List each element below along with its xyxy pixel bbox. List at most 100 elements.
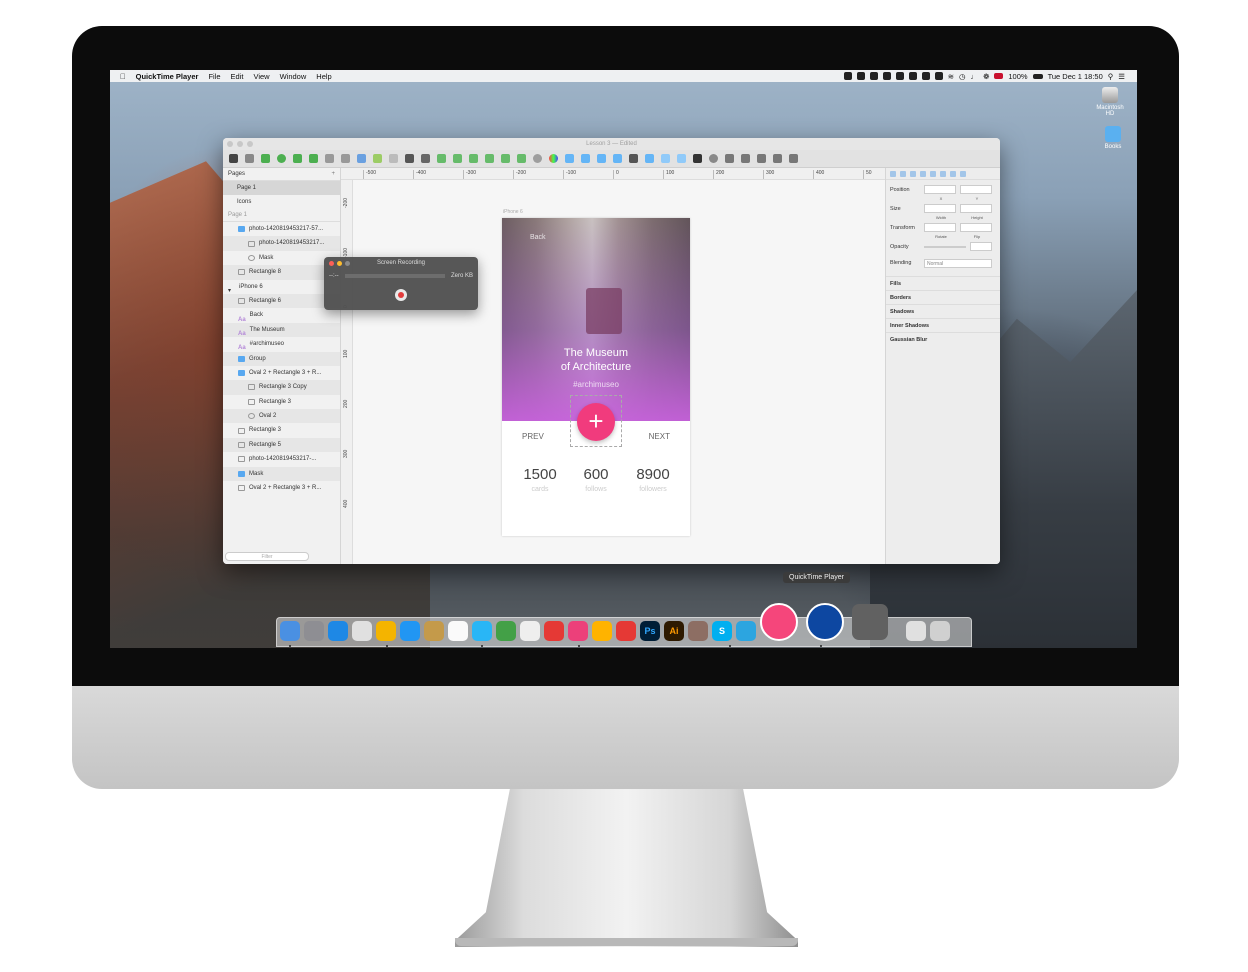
layer-row[interactable]: Oval 2 + Rectangle 3 + R... (223, 481, 340, 495)
forward-icon[interactable] (565, 154, 574, 163)
battery-label[interactable]: 100% (1008, 72, 1027, 81)
shadows-section[interactable]: Shadows (886, 304, 1000, 318)
layer-row[interactable]: Mask (223, 466, 340, 482)
status-icon[interactable] (921, 72, 930, 80)
dropbox-icon[interactable] (856, 72, 865, 80)
layer-row[interactable]: photo-1420819453217-... (223, 452, 340, 466)
skype-icon[interactable]: S (712, 621, 732, 641)
battery-icon[interactable] (1032, 73, 1043, 79)
export-icon[interactable] (693, 154, 702, 163)
apple-icon[interactable]:  (120, 72, 126, 81)
filter-input[interactable]: Filter (225, 552, 309, 561)
rounded-icon[interactable] (309, 154, 318, 163)
backward-icon[interactable] (581, 154, 590, 163)
page-item[interactable]: Icons (223, 195, 340, 209)
photos-icon[interactable] (520, 621, 540, 641)
add-page-icon[interactable]: + (331, 168, 340, 180)
symbol-icon[interactable] (389, 154, 398, 163)
desktop-icon-hd[interactable]: Macintosh HD (1092, 87, 1128, 117)
canvas[interactable]: -500 -400 -300 -200 -100 0 100 200 300 400 50 -200… (341, 168, 885, 564)
next-button[interactable]: NEXT (649, 432, 670, 441)
menu-view[interactable]: View (253, 72, 269, 81)
launchpad-icon[interactable] (304, 621, 324, 641)
page-item[interactable]: Page 1 (223, 181, 340, 195)
layer-row[interactable]: Rectangle 6 (223, 293, 340, 309)
height-field[interactable]: Height (960, 204, 992, 220)
grid-icon[interactable] (677, 154, 686, 163)
dropbox-icon[interactable] (616, 621, 636, 641)
downloads-icon[interactable] (906, 621, 926, 641)
add-button[interactable]: + (577, 403, 615, 441)
slice-icon[interactable] (373, 154, 382, 163)
menu-help[interactable]: Help (316, 72, 331, 81)
notification-center-icon[interactable]: ☰ (1118, 72, 1125, 81)
minimize-button[interactable] (337, 261, 342, 266)
quicktime-player-icon[interactable] (806, 603, 844, 641)
scale-icon[interactable] (501, 154, 510, 163)
prev-button[interactable]: PREV (522, 432, 544, 441)
layer-row[interactable]: photo-1420819453217-57... (223, 222, 340, 236)
chrome-icon[interactable] (376, 621, 396, 641)
align-top-icon[interactable] (920, 170, 926, 177)
layout-center-icon[interactable] (757, 154, 766, 163)
color-icon[interactable] (533, 154, 542, 163)
rotate-field[interactable]: Rotate (924, 223, 956, 239)
rectangle-icon[interactable] (293, 154, 302, 163)
layer-row[interactable]: photo-1420819453217... (223, 236, 340, 251)
volume-icon[interactable]: ♩ (971, 72, 979, 81)
layout-left-icon[interactable] (741, 154, 750, 163)
flag-icon[interactable] (994, 73, 1004, 79)
distribute-v-icon[interactable] (960, 170, 966, 177)
evernote-icon[interactable] (496, 621, 516, 641)
menu-app-name[interactable]: QuickTime Player (136, 72, 199, 81)
menu-window[interactable]: Window (280, 72, 307, 81)
artboard-icon[interactable] (357, 154, 366, 163)
rotate-icon[interactable] (453, 154, 462, 163)
status-icon[interactable] (882, 72, 891, 80)
guitar-icon[interactable] (688, 621, 708, 641)
layer-row[interactable]: Rectangle 5 (223, 437, 340, 453)
calendar-icon[interactable] (448, 621, 468, 641)
wifi-icon[interactable]: ≋ (948, 72, 954, 81)
gaussian-blur-section[interactable]: Gaussian Blur (886, 332, 1000, 346)
layer-row[interactable]: Rectangle 8 (223, 265, 340, 280)
screen-icon[interactable] (568, 621, 588, 641)
align-bottom-icon[interactable] (940, 170, 946, 177)
share-icon[interactable] (725, 154, 734, 163)
fills-section[interactable]: Fills (886, 276, 1000, 290)
align-center-icon[interactable] (900, 170, 906, 177)
layer-row[interactable]: Rectangle 3 Copy (223, 380, 340, 395)
oval-icon[interactable] (277, 154, 286, 163)
telegram-icon[interactable] (736, 621, 756, 641)
status-icon[interactable] (908, 72, 917, 80)
opacity-field[interactable] (970, 242, 992, 251)
layer-row[interactable]: Rectangle 3 (223, 395, 340, 409)
back-link[interactable]: Back (530, 234, 546, 241)
transform-icon[interactable] (437, 154, 446, 163)
menu-edit[interactable]: Edit (231, 72, 244, 81)
insert-icon[interactable] (229, 154, 238, 163)
artboard-label[interactable]: iPhone 6 (503, 209, 523, 215)
union-bool-icon[interactable] (597, 154, 606, 163)
distribute-h-icon[interactable] (950, 170, 956, 177)
status-icon[interactable] (843, 72, 852, 80)
blending-select[interactable]: Normal (924, 258, 992, 268)
cloud-icon[interactable] (661, 154, 670, 163)
airplay-icon[interactable] (934, 72, 943, 80)
edit-icon[interactable] (421, 154, 430, 163)
illustrator-icon[interactable]: Ai (664, 621, 684, 641)
align-middle-icon[interactable] (930, 170, 936, 177)
flip-buttons[interactable]: Flip (960, 223, 992, 239)
finder-icon[interactable] (280, 621, 300, 641)
sketch-icon[interactable] (592, 621, 612, 641)
colors-icon[interactable] (549, 154, 558, 163)
status-icon[interactable] (895, 72, 904, 80)
mirror-icon[interactable] (645, 154, 654, 163)
layer-row[interactable]: Oval 2 (223, 409, 340, 424)
union-icon[interactable] (517, 154, 526, 163)
evernote-icon[interactable] (869, 72, 878, 80)
zoom-icon[interactable] (405, 154, 414, 163)
align-left-icon[interactable] (890, 170, 896, 177)
photoshop-icon[interactable]: Ps (640, 621, 660, 641)
layer-row[interactable]: Aa #archimuseo (223, 337, 340, 351)
